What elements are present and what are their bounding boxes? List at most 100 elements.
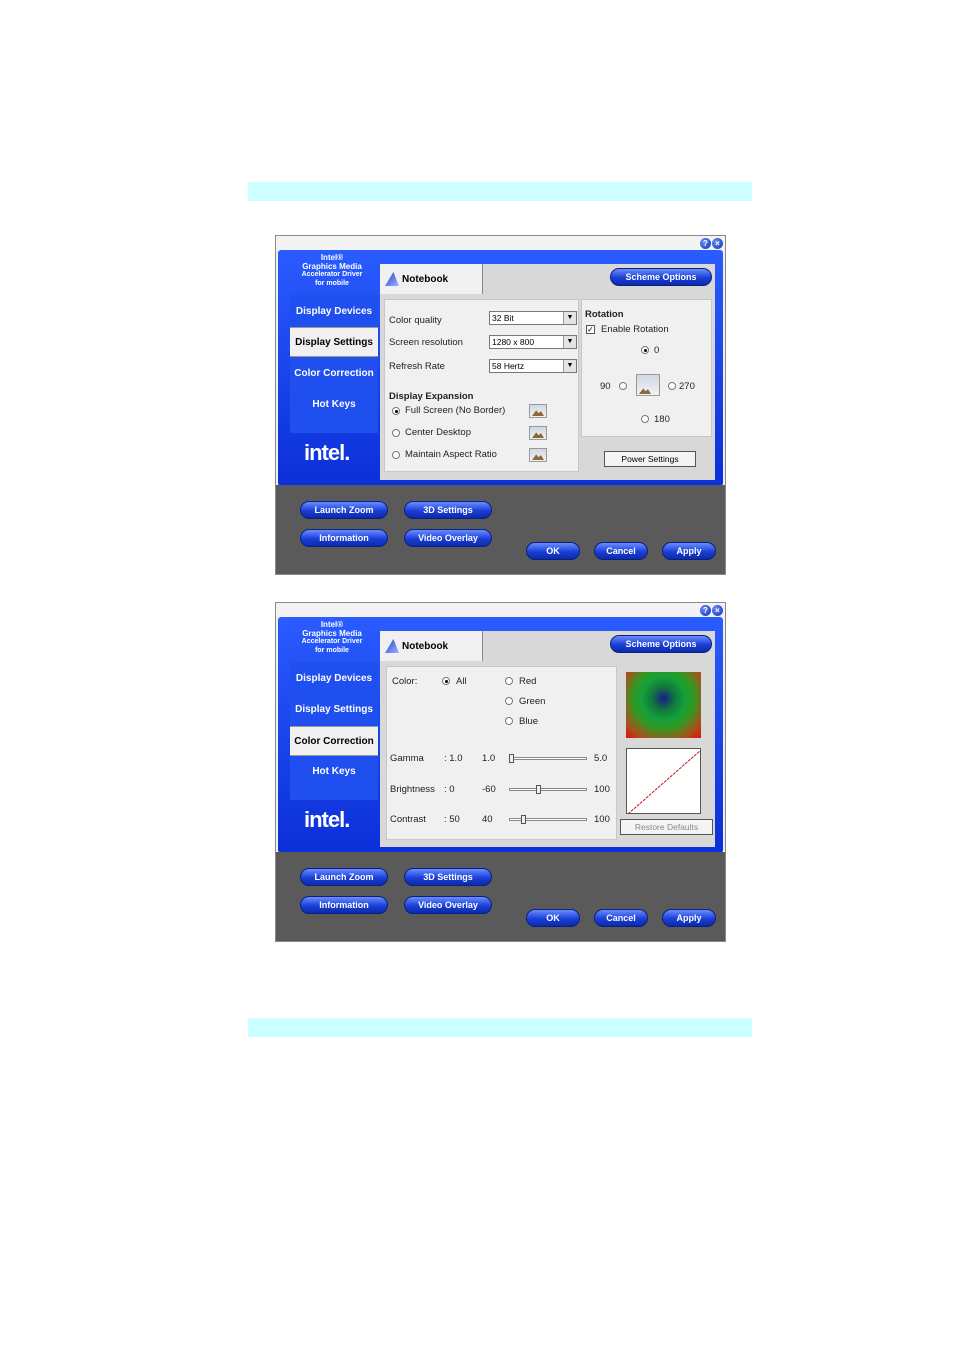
content-area: Notebook Scheme Options Color: All Red G…	[380, 631, 715, 847]
scheme-options-button[interactable]: Scheme Options	[610, 268, 712, 286]
brightness-slider[interactable]	[536, 785, 542, 794]
apply-button[interactable]: Apply	[662, 542, 716, 560]
contrast-slider[interactable]	[521, 815, 527, 824]
rotation-title: Rotation	[585, 309, 624, 320]
brand-line-4: for mobile	[315, 279, 349, 287]
brightness-min: -60	[482, 784, 496, 795]
expansion-title: Display Expansion	[389, 391, 474, 402]
color-blue-radio[interactable]	[505, 717, 513, 725]
nav-color-correction[interactable]: Color Correction	[290, 726, 378, 756]
rotation-180-radio[interactable]	[641, 415, 649, 423]
product-brand: Intel® Graphics Media Accelerator Driver…	[282, 253, 382, 288]
nav-hot-keys[interactable]: Hot Keys	[290, 757, 378, 785]
title-bar: ? ×	[276, 236, 725, 251]
nav-display-settings[interactable]: Display Settings	[290, 327, 378, 357]
contrast-label: Contrast	[390, 814, 426, 825]
gamma-value: : 1.0	[444, 753, 463, 764]
nav-panel: Display Devices Display Settings Color C…	[290, 295, 378, 433]
resolution-select[interactable]: 1280 x 800 ▼	[489, 335, 577, 349]
gamma-curve-graph	[626, 748, 701, 814]
ok-button[interactable]: OK	[526, 909, 580, 927]
color-all-label: All	[456, 676, 467, 687]
gamma-curve-line	[628, 750, 700, 813]
video-overlay-button[interactable]: Video Overlay	[404, 529, 492, 547]
nav-display-devices[interactable]: Display Devices	[290, 297, 378, 325]
rotation-0-label: 0	[654, 345, 660, 356]
rotation-preview-icon	[636, 374, 660, 396]
color-green-radio[interactable]	[505, 697, 513, 705]
color-blue-label: Blue	[519, 716, 539, 727]
contrast-max: 100	[594, 814, 610, 825]
color-panel: Color: All Red Green Blue Gamma : 1.0 1.…	[386, 666, 617, 840]
rotation-90-radio[interactable]	[619, 382, 627, 390]
nav-display-settings[interactable]: Display Settings	[290, 695, 378, 723]
contrast-min: 40	[482, 814, 493, 825]
brand-line-3: Accelerator Driver	[301, 638, 363, 645]
cancel-button[interactable]: Cancel	[594, 542, 648, 560]
brightness-value: : 0	[444, 784, 455, 795]
enable-rotation-label: Enable Rotation	[601, 324, 669, 335]
information-button[interactable]: Information	[300, 896, 388, 914]
resolution-value: 1280 x 800	[492, 337, 535, 347]
color-green-label: Green	[519, 696, 546, 707]
contrast-value: : 50	[444, 814, 460, 825]
chevron-down-icon: ▼	[563, 312, 576, 324]
brand-line-2: Graphics Media	[302, 261, 362, 271]
color-label: Color:	[392, 676, 418, 687]
color-all-radio[interactable]	[442, 677, 450, 685]
top-band	[248, 182, 752, 201]
brand-line-3: Accelerator Driver	[301, 271, 363, 278]
launch-zoom-button[interactable]: Launch Zoom	[300, 868, 388, 886]
3d-settings-button[interactable]: 3D Settings	[404, 501, 492, 519]
refresh-select[interactable]: 58 Hertz ▼	[489, 359, 577, 373]
information-button[interactable]: Information	[300, 529, 388, 547]
video-overlay-button[interactable]: Video Overlay	[404, 896, 492, 914]
chevron-down-icon: ▼	[563, 360, 576, 372]
color-quality-label: Color quality	[389, 315, 442, 326]
nav-display-devices[interactable]: Display Devices	[290, 664, 378, 692]
restore-defaults-button[interactable]: Restore Defaults	[620, 819, 713, 835]
aspect-ratio-label: Maintain Aspect Ratio	[405, 449, 497, 460]
rotation-180-label: 180	[654, 414, 670, 425]
notebook-icon	[385, 639, 399, 653]
help-icon[interactable]: ?	[700, 238, 711, 249]
color-red-radio[interactable]	[505, 677, 513, 685]
bottom-bar: Launch Zoom 3D Settings Information Vide…	[276, 852, 725, 941]
tab-notebook[interactable]: Notebook	[380, 631, 483, 661]
enable-rotation-checkbox[interactable]: ✓	[586, 325, 595, 334]
brightness-slider-track	[509, 788, 587, 791]
power-settings-button[interactable]: Power Settings	[604, 451, 696, 467]
brand-line-2: Graphics Media	[302, 628, 362, 638]
chevron-down-icon: ▼	[563, 336, 576, 348]
center-desktop-image-icon	[529, 426, 547, 440]
intel-logo: intel.	[304, 807, 350, 832]
close-icon[interactable]: ×	[712, 238, 723, 249]
rotation-270-radio[interactable]	[668, 382, 676, 390]
settings-panel: Color quality 32 Bit ▼ Screen resolution …	[384, 299, 579, 472]
help-icon[interactable]: ?	[700, 605, 711, 616]
rotation-0-radio[interactable]	[641, 346, 649, 354]
color-red-label: Red	[519, 676, 537, 687]
center-desktop-radio[interactable]	[392, 429, 400, 437]
cancel-button[interactable]: Cancel	[594, 909, 648, 927]
full-screen-radio[interactable]	[392, 407, 400, 415]
aspect-ratio-radio[interactable]	[392, 451, 400, 459]
nav-hot-keys[interactable]: Hot Keys	[290, 390, 378, 418]
apply-button[interactable]: Apply	[662, 909, 716, 927]
product-brand: Intel® Graphics Media Accelerator Driver…	[282, 620, 382, 655]
tab-notebook[interactable]: Notebook	[380, 264, 483, 294]
intel-logo: intel.	[304, 440, 350, 465]
launch-zoom-button[interactable]: Launch Zoom	[300, 501, 388, 519]
bottom-band	[248, 1018, 752, 1037]
close-icon[interactable]: ×	[712, 605, 723, 616]
scheme-options-button[interactable]: Scheme Options	[610, 635, 712, 653]
color-quality-select[interactable]: 32 Bit ▼	[489, 311, 577, 325]
notebook-icon	[385, 272, 399, 286]
gamma-slider[interactable]	[509, 754, 514, 763]
rotation-270-label: 270	[679, 381, 695, 392]
3d-settings-button[interactable]: 3D Settings	[404, 868, 492, 886]
gamma-label: Gamma	[390, 753, 424, 764]
nav-color-correction[interactable]: Color Correction	[290, 359, 378, 387]
ok-button[interactable]: OK	[526, 542, 580, 560]
nav-panel: Display Devices Display Settings Color C…	[290, 662, 378, 800]
